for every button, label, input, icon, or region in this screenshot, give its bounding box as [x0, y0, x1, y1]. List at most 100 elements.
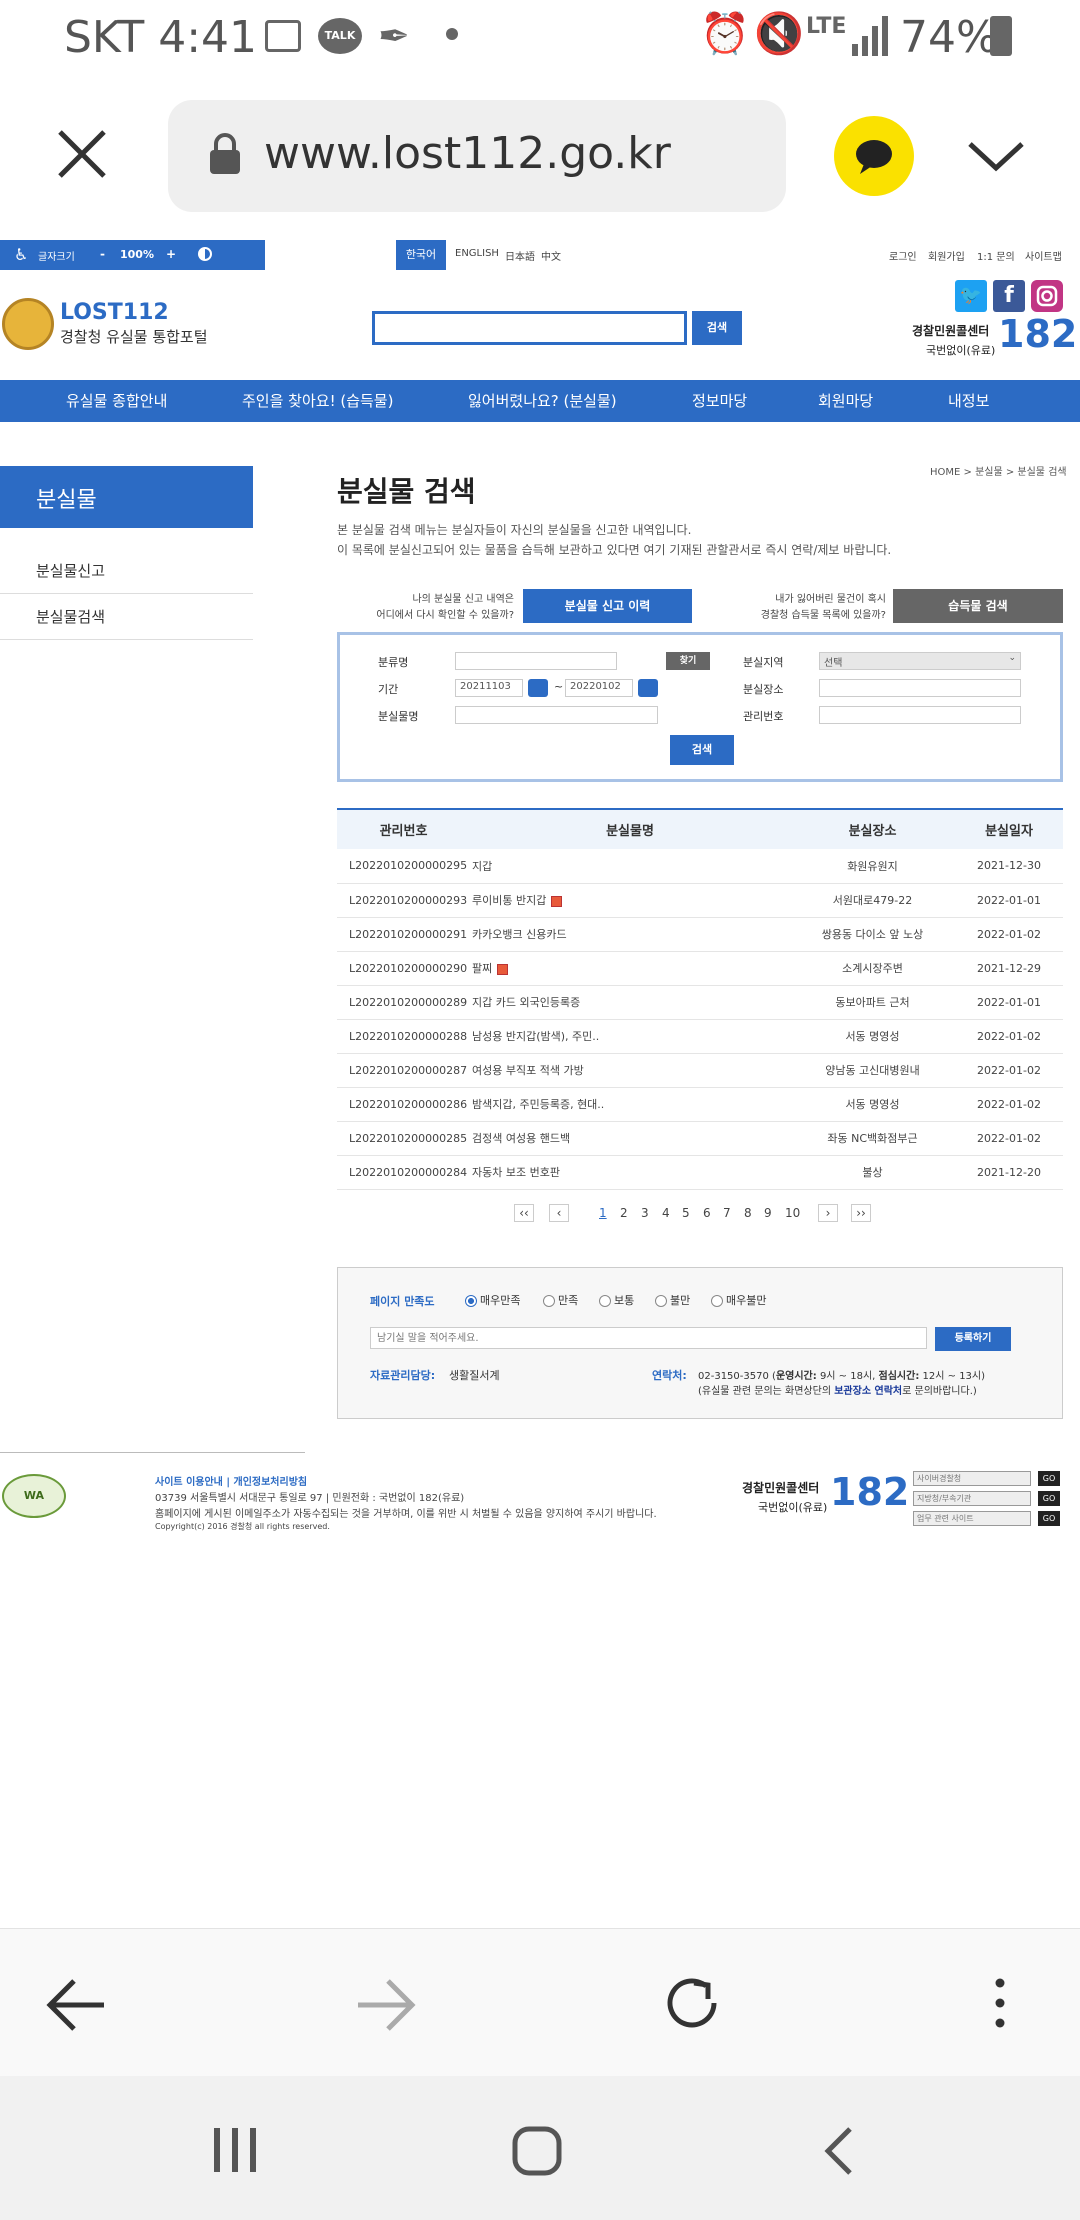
- inquiry-link[interactable]: 1:1 문의: [977, 248, 1015, 263]
- id-input[interactable]: [819, 706, 1021, 724]
- page-10[interactable]: 10: [785, 1206, 800, 1220]
- survey-option-1[interactable]: 매우만족: [465, 1292, 520, 1308]
- nav-guide[interactable]: 유실물 종합안내: [66, 390, 167, 411]
- go-button-1[interactable]: GO: [1038, 1471, 1060, 1486]
- date-from-input[interactable]: 20211103: [455, 679, 523, 697]
- calendar-from-icon[interactable]: [528, 679, 548, 697]
- reload-icon[interactable]: [664, 1973, 724, 2033]
- forward-icon[interactable]: [356, 1977, 416, 2033]
- table-row[interactable]: L2022010200000295 지갑 화원유원지 2021-12-30: [337, 849, 1063, 884]
- facebook-icon[interactable]: f: [993, 280, 1025, 312]
- row-item[interactable]: 지갑: [470, 849, 790, 884]
- sidebar-item-search[interactable]: 분실물검색: [0, 594, 253, 640]
- table-row[interactable]: L2022010200000290 팔찌 소계시장주변 2021-12-29: [337, 951, 1063, 986]
- agency-select[interactable]: 지방청/부속기관: [913, 1491, 1031, 1506]
- row-item[interactable]: 루이비통 반지갑: [470, 883, 790, 918]
- nav-info[interactable]: 정보마당: [692, 390, 747, 411]
- signup-link[interactable]: 회원가입: [928, 248, 965, 263]
- row-item[interactable]: 검정색 여성용 핸드백: [470, 1121, 790, 1156]
- survey-submit-button[interactable]: 등록하기: [935, 1327, 1011, 1351]
- page-5[interactable]: 5: [682, 1206, 690, 1220]
- related-sites-select[interactable]: 업무 관련 사이트: [913, 1511, 1031, 1526]
- zoom-minus-button[interactable]: -: [100, 247, 105, 261]
- zoom-plus-button[interactable]: +: [166, 247, 176, 261]
- go-button-3[interactable]: GO: [1038, 1511, 1060, 1526]
- table-row[interactable]: L2022010200000287 여성용 부직포 적색 가방 양남동 고신대병원내…: [337, 1053, 1063, 1088]
- survey-comment-input[interactable]: [370, 1327, 927, 1349]
- lang-japanese[interactable]: 日本語: [505, 248, 535, 263]
- site-search-button[interactable]: 검색: [692, 311, 742, 345]
- home-icon[interactable]: [512, 2126, 562, 2176]
- contrast-icon[interactable]: [198, 247, 212, 261]
- lang-chinese[interactable]: 中文: [541, 248, 561, 263]
- prev-page-button[interactable]: ‹: [549, 1204, 569, 1222]
- go-button-2[interactable]: GO: [1038, 1491, 1060, 1506]
- calendar-to-icon[interactable]: [638, 679, 658, 697]
- kakao-chat-icon[interactable]: [834, 116, 914, 196]
- chevron-down-icon[interactable]: [966, 136, 1026, 176]
- region-select[interactable]: 선택 ⌄: [819, 652, 1021, 670]
- date-to-input[interactable]: 20220102: [565, 679, 633, 697]
- page-2[interactable]: 2: [620, 1206, 628, 1220]
- category-find-button[interactable]: 찾기: [666, 652, 710, 670]
- place-input[interactable]: [819, 679, 1021, 697]
- close-tab-icon[interactable]: [56, 128, 108, 180]
- lang-english[interactable]: ENGLISH: [455, 248, 499, 259]
- table-row[interactable]: L2022010200000289 지갑 카드 외국인등록증 동보아파트 근처 202…: [337, 985, 1063, 1020]
- page-9[interactable]: 9: [764, 1206, 772, 1220]
- survey-option-2[interactable]: 만족: [543, 1292, 578, 1308]
- row-item[interactable]: 밤색지갑, 주민등록증, 현대..: [470, 1087, 790, 1122]
- instagram-icon[interactable]: [1031, 280, 1063, 312]
- first-page-button[interactable]: ‹‹: [514, 1204, 534, 1222]
- row-item[interactable]: 자동차 보조 번호판: [470, 1155, 790, 1190]
- table-row[interactable]: L2022010200000284 자동차 보조 번호판 불상 2021-12-20: [337, 1155, 1063, 1190]
- twitter-icon[interactable]: 🐦: [955, 280, 987, 312]
- item-name-input[interactable]: [455, 706, 658, 724]
- cyber-police-select[interactable]: 사이버경찰청: [913, 1471, 1031, 1486]
- next-page-button[interactable]: ›: [818, 1204, 838, 1222]
- address-bar[interactable]: www.lost112.go.kr: [168, 100, 786, 212]
- sidebar-item-report[interactable]: 분실물신고: [0, 548, 253, 594]
- lost-report-history-button[interactable]: 분실물 신고 이력: [523, 589, 692, 623]
- logo-title[interactable]: LOST112: [60, 300, 169, 325]
- sitemap-link[interactable]: 사이트맵: [1025, 248, 1062, 263]
- system-back-icon[interactable]: [824, 2126, 854, 2176]
- table-row[interactable]: L2022010200000293 루이비통 반지갑 서원대로479-22 2022-…: [337, 883, 1063, 918]
- storage-contact-link[interactable]: 보관장소 연락처: [834, 1386, 902, 1397]
- search-submit-button[interactable]: 검색: [670, 735, 734, 765]
- page-7[interactable]: 7: [723, 1206, 731, 1220]
- survey-option-3[interactable]: 보통: [599, 1292, 634, 1308]
- row-item[interactable]: 팔찌: [470, 951, 790, 986]
- category-input[interactable]: [455, 652, 617, 670]
- row-item[interactable]: 지갑 카드 외국인등록증: [470, 985, 790, 1020]
- back-icon[interactable]: [46, 1977, 106, 2033]
- more-menu-icon[interactable]: [992, 1975, 1008, 2031]
- item-name-label: 분실물명: [378, 710, 419, 723]
- table-row[interactable]: L2022010200000285 검정색 여성용 핸드백 좌동 NC백화점부근 20…: [337, 1121, 1063, 1156]
- survey-option-5[interactable]: 매우불만: [711, 1292, 766, 1308]
- page-6[interactable]: 6: [703, 1206, 711, 1220]
- table-row[interactable]: L2022010200000291 카카오뱅크 신용카드 쌍용동 다이소 앞 노상 2…: [337, 917, 1063, 952]
- lang-korean[interactable]: 한국어: [396, 240, 446, 270]
- site-search-input[interactable]: [372, 311, 687, 345]
- survey-option-4[interactable]: 불만: [655, 1292, 690, 1308]
- login-link[interactable]: 로그인: [889, 248, 917, 263]
- nav-lost-items[interactable]: 잃어버렸나요? (분실물): [468, 390, 617, 411]
- contact-info: 02-3150-3570 (운영시간: 9시 ~ 18시, 점심시간: 12시 …: [698, 1371, 986, 1382]
- page-8[interactable]: 8: [744, 1206, 752, 1220]
- found-item-search-button[interactable]: 습득물 검색: [893, 589, 1063, 623]
- nav-my-info[interactable]: 내정보: [948, 390, 989, 411]
- last-page-button[interactable]: ››: [851, 1204, 871, 1222]
- recent-apps-icon[interactable]: [212, 2126, 258, 2174]
- row-item[interactable]: 카카오뱅크 신용카드: [470, 917, 790, 952]
- footer-links[interactable]: 사이트 이용안내 | 개인정보처리방침: [155, 1473, 307, 1488]
- page-1[interactable]: 1: [599, 1206, 607, 1220]
- nav-members[interactable]: 회원마당: [818, 390, 873, 411]
- table-row[interactable]: L2022010200000286 밤색지갑, 주민등록증, 현대.. 서동 명영성…: [337, 1087, 1063, 1122]
- nav-found-items[interactable]: 주인을 찾아요! (습득물): [242, 390, 393, 411]
- page-4[interactable]: 4: [662, 1206, 670, 1220]
- table-row[interactable]: L2022010200000288 남성용 반지갑(밤색), 주민.. 서동 명영성…: [337, 1019, 1063, 1054]
- row-item[interactable]: 남성용 반지갑(밤색), 주민..: [470, 1019, 790, 1054]
- row-item[interactable]: 여성용 부직포 적색 가방: [470, 1053, 790, 1088]
- page-3[interactable]: 3: [641, 1206, 649, 1220]
